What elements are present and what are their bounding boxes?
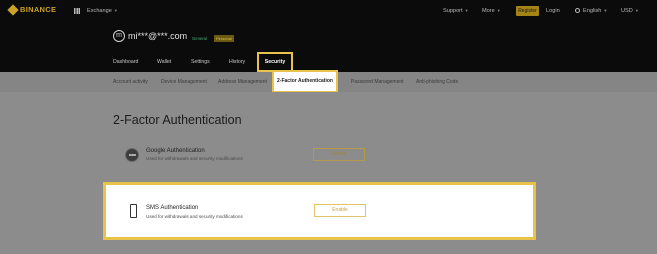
register-button[interactable]: Register [516,6,539,16]
subtab-anti-phishing[interactable]: Anti-phishing Code [416,79,458,85]
google-auth-title: Google Authentication [146,148,205,154]
subtab-address-management[interactable]: Address Management [218,79,267,85]
tab-dashboard[interactable]: Dashboard [113,59,138,65]
phone-icon [130,204,137,218]
currency-label: USD [621,8,633,14]
tab-wallet[interactable]: Wallet [157,59,171,65]
language-label: English [583,8,602,14]
account-email: mi***@***.com [128,31,188,41]
language-menu[interactable]: English ▼ [583,8,607,14]
google-auth-desc: Used for withdrawals and security modifi… [146,156,243,161]
subtab-password-management[interactable]: Password Management [351,79,404,85]
tab-settings[interactable]: Settings [191,59,210,65]
tab-security[interactable]: Security [257,52,293,72]
subtab-device-management[interactable]: Device Management [161,79,207,85]
sms-auth-desc: Used for withdrawals and security modifi… [146,214,243,219]
avatar: m [113,30,125,42]
sms-enable-button[interactable]: Enable [314,204,366,217]
more-label: More [482,8,495,14]
google-authenticator-icon [125,148,139,162]
chevron-down-icon: ▼ [634,8,639,13]
google-enable-button[interactable]: Enable [313,148,365,161]
exchange-label: Exchange [87,8,112,14]
brand-name: BINANCE [20,5,57,14]
sms-auth-title: SMS Authentication [146,205,199,211]
support-menu[interactable]: Support ▼ [443,8,469,14]
login-link[interactable]: Login [546,8,560,14]
binance-logo-icon [7,3,19,16]
chevron-down-icon: ▼ [496,8,501,13]
more-menu[interactable]: More ▼ [482,8,501,14]
apps-grid-icon[interactable] [74,8,80,14]
level-badge: General [192,36,207,41]
chevron-down-icon: ▼ [603,8,608,13]
sms-auth-card: SMS Authentication Used for withdrawals … [103,182,536,240]
subtab-account-activity[interactable]: Account activity [113,79,148,85]
globe-icon [575,8,580,13]
account-type-badge: Personal [214,35,234,42]
chevron-down-icon: ▼ [113,8,118,13]
exchange-menu[interactable]: Exchange ▼ [87,8,118,14]
binance-logo[interactable]: BINANCE [7,3,57,16]
currency-menu[interactable]: USD ▼ [621,8,639,14]
support-label: Support [443,8,463,14]
subtab-2fa[interactable]: 2-Factor Authentication [272,70,338,93]
top-navbar: BINANCE Exchange ▼ Support ▼ More ▼ Registe… [0,0,657,24]
tab-history[interactable]: History [229,59,245,65]
page-title: 2-Factor Authentication [113,113,242,127]
account-header: m mi***@***.com General Personal Dashboa… [0,24,657,72]
chevron-down-icon: ▼ [464,8,469,13]
